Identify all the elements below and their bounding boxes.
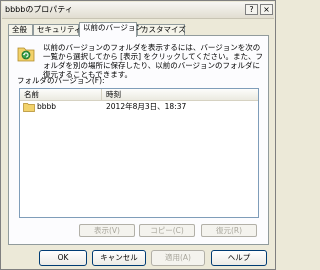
close-title-button[interactable]: × (260, 4, 273, 15)
restore-button[interactable]: 復元(R) (201, 224, 257, 237)
folder-restore-icon (17, 47, 35, 62)
apply-button[interactable]: 適用(A) (151, 250, 205, 266)
description-text: 以前のバージョンのフォルダを表示するには、バージョンを次の一覧から選択してから … (43, 43, 263, 79)
ok-button[interactable]: OK (39, 250, 87, 266)
column-header-name[interactable]: 名前 (20, 89, 102, 100)
folder-icon (23, 103, 35, 112)
item-name: bbbb (37, 102, 57, 111)
title-bar[interactable]: bbbbのプロパティ ? × (2, 2, 274, 19)
versions-listview[interactable]: 名前 時刻 bbbb 2012年8月3日、18:37 (19, 88, 259, 218)
item-time: 2012年8月3日、18:37 (106, 102, 187, 111)
listview-header: 名前 時刻 (20, 89, 258, 101)
column-header-time[interactable]: 時刻 (102, 89, 258, 100)
tab-previous-versions[interactable]: 以前のバージョン (79, 22, 143, 37)
window-title: bbbbのプロパティ (5, 5, 73, 14)
view-button[interactable]: 表示(V) (79, 224, 135, 237)
list-item[interactable]: bbbb 2012年8月3日、18:37 (20, 101, 258, 113)
help-button[interactable]: ヘルプ (211, 250, 267, 266)
folder-versions-label: フォルダのバージョン(F): (17, 76, 105, 85)
properties-dialog: bbbbのプロパティ ? × 全般 セキュリティ 以前のバージョン カスタマイズ… (0, 0, 276, 270)
previous-versions-panel: 以前のバージョンのフォルダを表示するには、バージョンを次の一覧から選択してから … (8, 35, 269, 245)
copy-button[interactable]: コピー(C) (139, 224, 195, 237)
cancel-button[interactable]: キャンセル (92, 250, 146, 266)
help-title-button[interactable]: ? (245, 4, 258, 15)
